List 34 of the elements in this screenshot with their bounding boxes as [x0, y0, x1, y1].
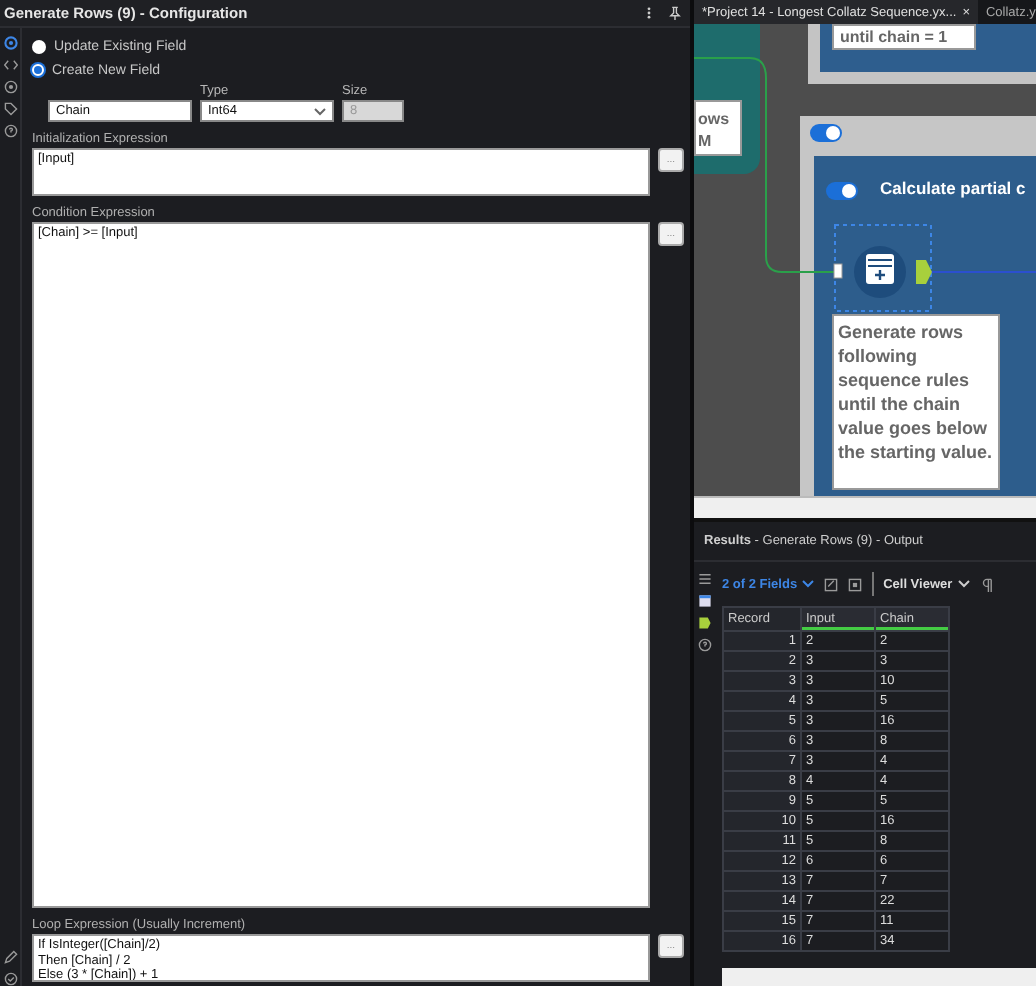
edit-box-icon[interactable]: [823, 577, 838, 591]
target-box-icon[interactable]: [847, 577, 862, 591]
list-icon[interactable]: [697, 572, 711, 586]
code-icon[interactable]: [3, 58, 17, 72]
selection-outline: [834, 224, 932, 312]
horizontal-scrollbar[interactable]: [694, 496, 1036, 518]
pencil-icon[interactable]: [3, 950, 17, 964]
paragraph-icon[interactable]: [980, 577, 995, 591]
chevron-icon: [314, 107, 326, 115]
annotation: until chain = 1: [832, 24, 976, 50]
check-circle-icon[interactable]: [3, 972, 17, 986]
toggle-switch[interactable]: [826, 182, 858, 200]
container-title: Calculate partial c: [880, 178, 1026, 198]
help-icon[interactable]: [3, 124, 17, 138]
target-icon[interactable]: [3, 80, 17, 94]
pin-icon[interactable]: [668, 6, 682, 20]
connector-line: [929, 271, 1036, 273]
generate-rows-tool-icon[interactable]: [854, 246, 906, 298]
input-port[interactable]: [833, 263, 843, 279]
annotation: Generate rows following sequence rules until the chain value goes below the starting value.: [832, 314, 1000, 490]
annotation: ows M: [694, 100, 742, 156]
output-port[interactable]: [916, 260, 932, 284]
more-icon[interactable]: [642, 6, 656, 20]
help-icon[interactable]: [697, 638, 711, 652]
settings-icon[interactable]: [3, 36, 17, 50]
chevron-icon: [958, 580, 971, 588]
toggle-switch[interactable]: [810, 124, 842, 142]
table-icon[interactable]: [697, 594, 711, 608]
tag-icon[interactable]: [3, 102, 17, 116]
radio-button[interactable]: [32, 64, 44, 76]
horizontal-scrollbar[interactable]: [722, 968, 1036, 986]
radio-button[interactable]: [32, 39, 46, 53]
tag-icon[interactable]: [697, 616, 711, 630]
chevron-icon: [801, 580, 814, 588]
